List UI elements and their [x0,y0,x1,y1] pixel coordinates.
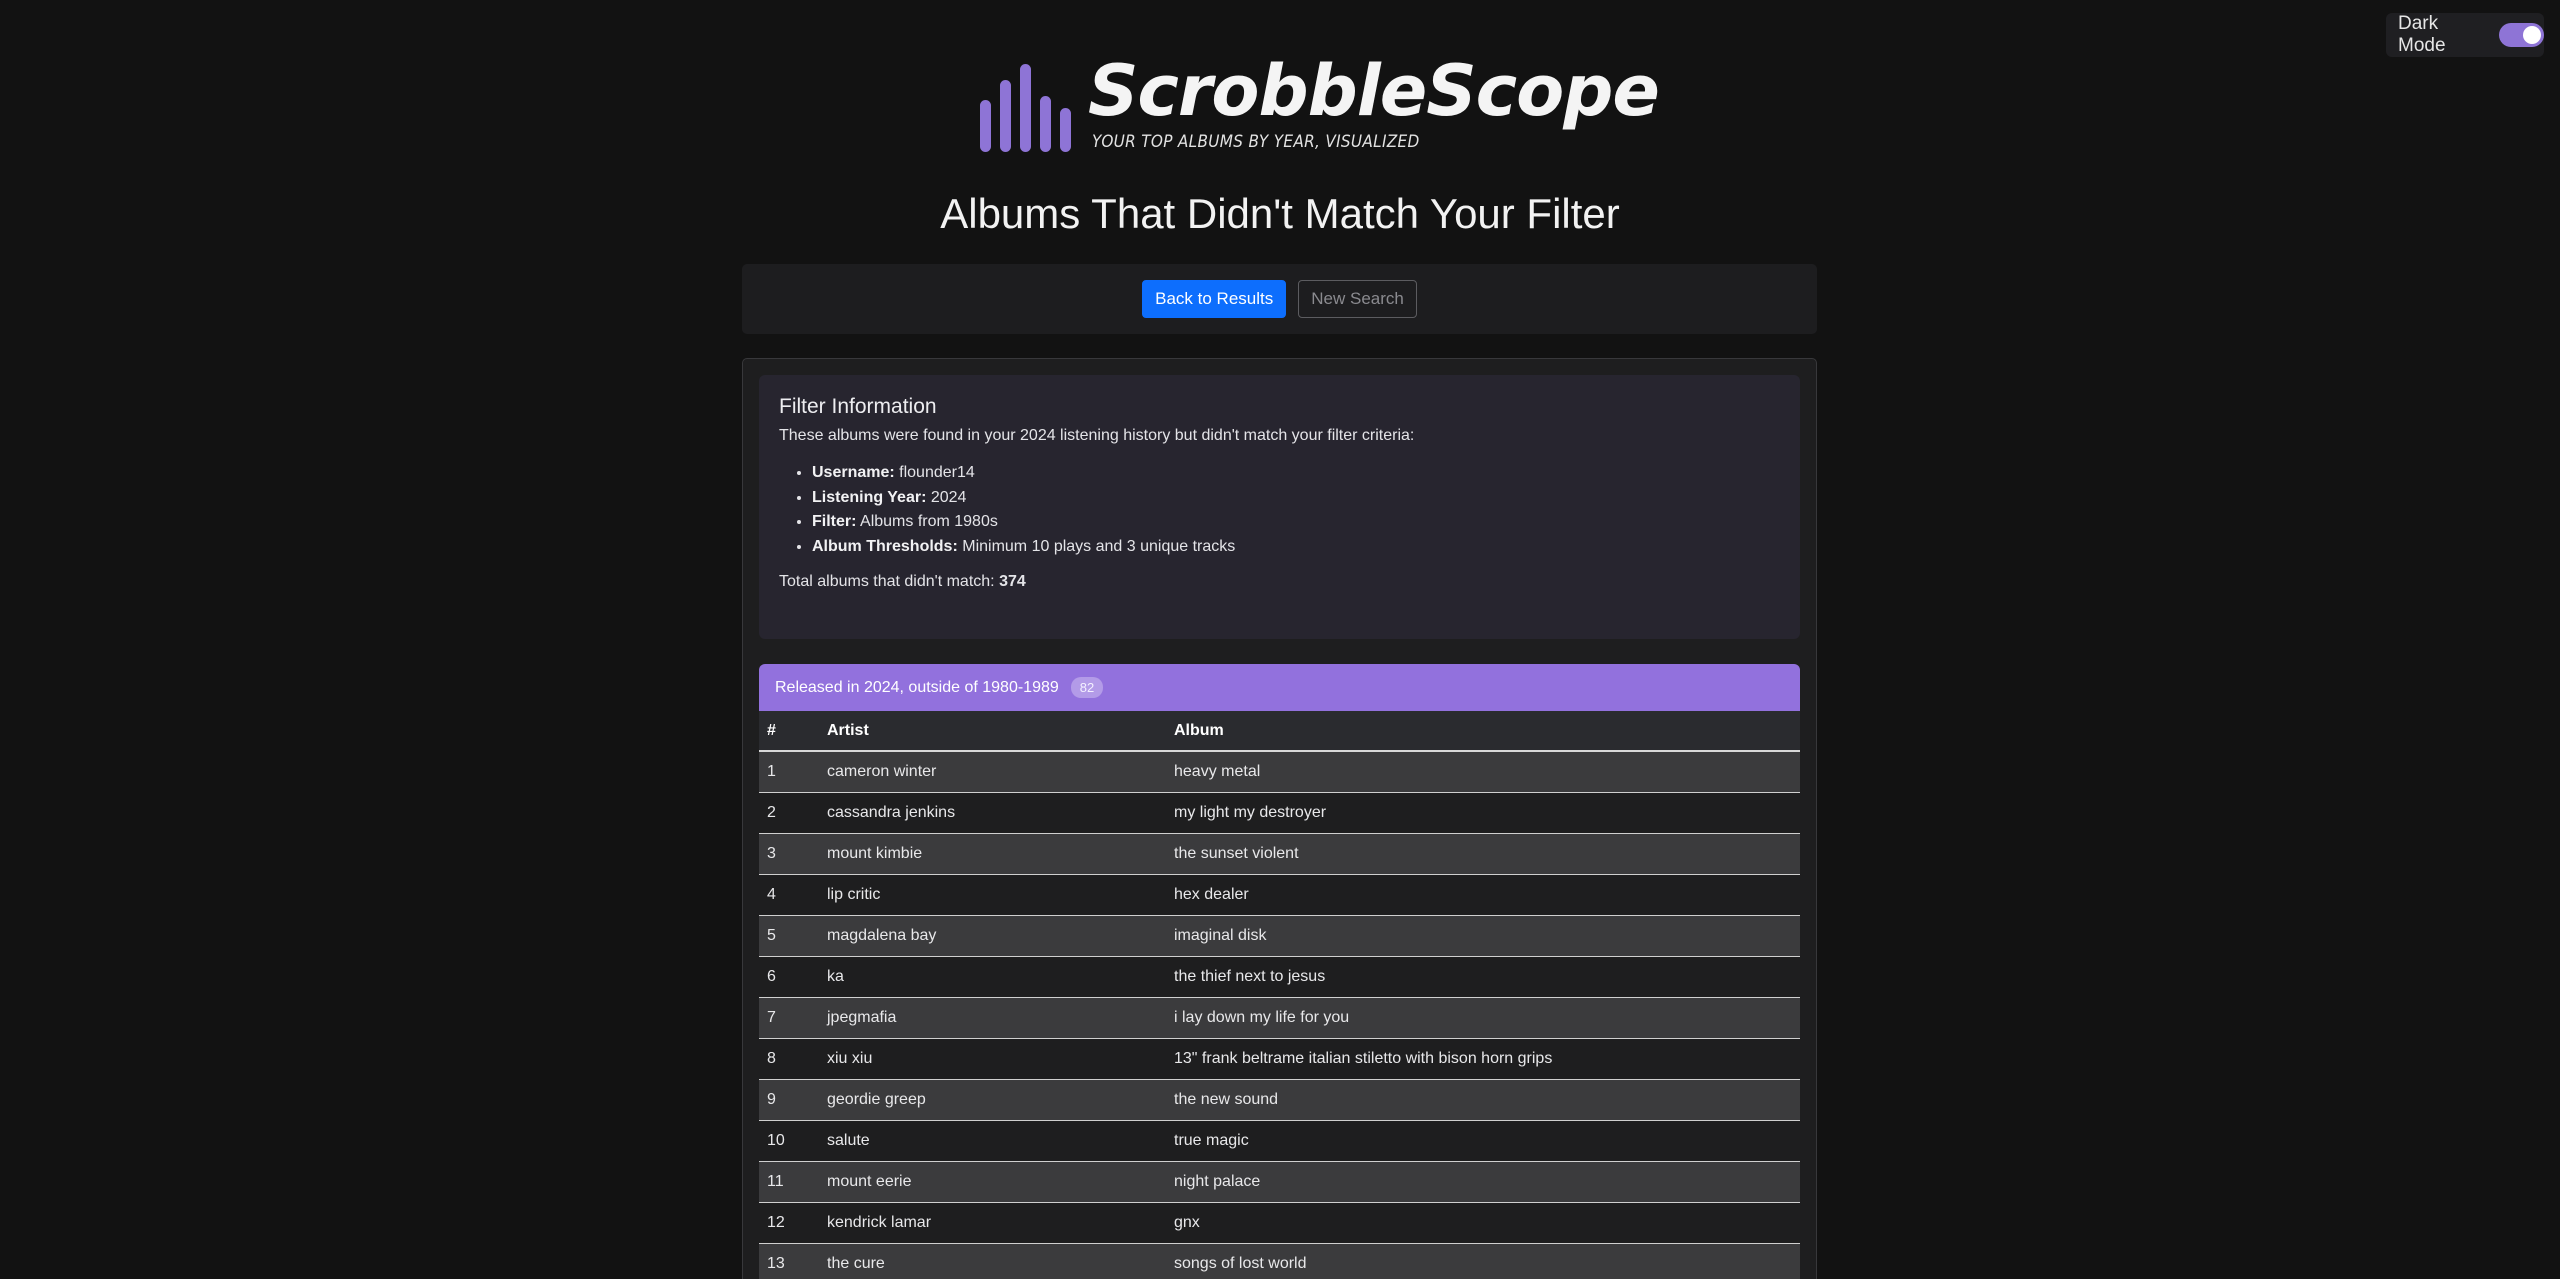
table-row: 6 ka the thief next to jesus [759,956,1800,998]
table-row: 13 the cure songs of lost world [759,1243,1800,1279]
cell-num: 4 [759,874,819,916]
cell-album: the sunset violent [1166,833,1800,875]
filter-intro: These albums were found in your 2024 lis… [779,427,1415,444]
table-row: 4 lip critic hex dealer [759,874,1800,916]
cell-num: 9 [759,1079,819,1121]
cell-album: 13" frank beltrame italian stiletto with… [1166,1038,1800,1080]
switch-knob [2523,26,2541,44]
dark-mode-switch[interactable] [2499,23,2544,47]
cell-num: 13 [759,1243,819,1279]
cell-num: 8 [759,1038,819,1080]
column-header-artist: Artist [819,711,1166,752]
total-unmatched: Total albums that didn't match: 374 [779,573,1026,590]
cell-artist: kendrick lamar [819,1202,1166,1244]
logo-name: ScrobbleScope [1088,50,1660,132]
cell-num: 7 [759,997,819,1039]
cell-album: night palace [1166,1161,1800,1203]
dark-mode-toggle[interactable]: Dark Mode [2386,13,2544,57]
cell-artist: mount kimbie [819,833,1166,875]
table-row: 2 cassandra jenkins my light my destroyer [759,792,1800,834]
cell-artist: xiu xiu [819,1038,1166,1080]
cell-num: 1 [759,751,819,793]
cell-artist: jpegmafia [819,997,1166,1039]
cell-artist: magdalena bay [819,915,1166,957]
cell-artist: ka [819,956,1166,998]
page: Dark Mode ScrobbleScope YOUR TOP ALBUMS … [0,0,2560,1279]
group-title: Released in 2024, outside of 1980-1989 [775,678,1059,696]
filter-list: Username: flounder14 Listening Year: 202… [779,461,1780,559]
cell-artist: mount eerie [819,1161,1166,1203]
cell-artist: cassandra jenkins [819,792,1166,834]
count-badge: 82 [1070,677,1104,698]
cell-artist: salute [819,1120,1166,1162]
cell-artist: the cure [819,1243,1166,1279]
filter-information: Filter Information These albums were fou… [759,375,1800,639]
filter-item-thresholds: Album Thresholds: Minimum 10 plays and 3… [812,535,1780,560]
equalizer-bars-icon [980,62,1075,152]
cell-album: i lay down my life for you [1166,997,1800,1039]
table-row: 7 jpegmafia i lay down my life for you [759,997,1800,1039]
action-bar: Back to Results New Search [742,264,1817,334]
cell-num: 10 [759,1120,819,1162]
cell-num: 3 [759,833,819,875]
cell-num: 6 [759,956,819,998]
cell-album: imaginal disk [1166,915,1800,957]
cell-artist: geordie greep [819,1079,1166,1121]
column-header-album: Album [1166,711,1800,752]
cell-album: my light my destroyer [1166,792,1800,834]
column-header-num: # [759,711,819,752]
cell-artist: cameron winter [819,751,1166,793]
logo-tagline: YOUR TOP ALBUMS BY YEAR, VISUALIZED [1092,132,1420,152]
cell-album: gnx [1166,1202,1800,1244]
filter-item-username: Username: flounder14 [812,461,1780,486]
filter-item-year: Listening Year: 2024 [812,486,1780,511]
dark-mode-label: Dark Mode [2398,13,2446,56]
table-row: 3 mount kimbie the sunset violent [759,833,1800,875]
table-row: 8 xiu xiu 13" frank beltrame italian stile… [759,1038,1800,1080]
cell-artist: lip critic [819,874,1166,916]
new-search-button[interactable]: New Search [1298,280,1417,318]
cell-album: the new sound [1166,1079,1800,1121]
table-row: 9 geordie greep the new sound [759,1079,1800,1121]
page-title: Albums That Didn't Match Your Filter [940,190,1620,237]
table-row: 11 mount eerie night palace [759,1161,1800,1203]
cell-album: songs of lost world [1166,1243,1800,1279]
results-card: Filter Information These albums were fou… [742,358,1817,1279]
table-row: 1 cameron winter heavy metal [759,751,1800,793]
albums-table: # Artist Album 1 cameron winter heavy meta… [759,711,1800,1279]
cell-num: 2 [759,792,819,834]
back-to-results-button[interactable]: Back to Results [1142,280,1287,318]
table-row: 12 kendrick lamar gnx [759,1202,1800,1244]
filter-item-filter: Filter: Albums from 1980s [812,510,1780,535]
cell-num: 11 [759,1161,819,1203]
table-row: 10 salute true magic [759,1120,1800,1162]
cell-album: the thief next to jesus [1166,956,1800,998]
cell-num: 12 [759,1202,819,1244]
cell-album: heavy metal [1166,751,1800,793]
logo: ScrobbleScope YOUR TOP ALBUMS BY YEAR, V… [980,56,1660,162]
table-row: 5 magdalena bay imaginal disk [759,915,1800,957]
group-header: Released in 2024, outside of 1980-1989 8… [759,664,1800,711]
cell-album: true magic [1166,1120,1800,1162]
cell-num: 5 [759,915,819,957]
table-header-row: # Artist Album [759,711,1800,752]
filter-heading: Filter Information [779,395,937,418]
cell-album: hex dealer [1166,874,1800,916]
